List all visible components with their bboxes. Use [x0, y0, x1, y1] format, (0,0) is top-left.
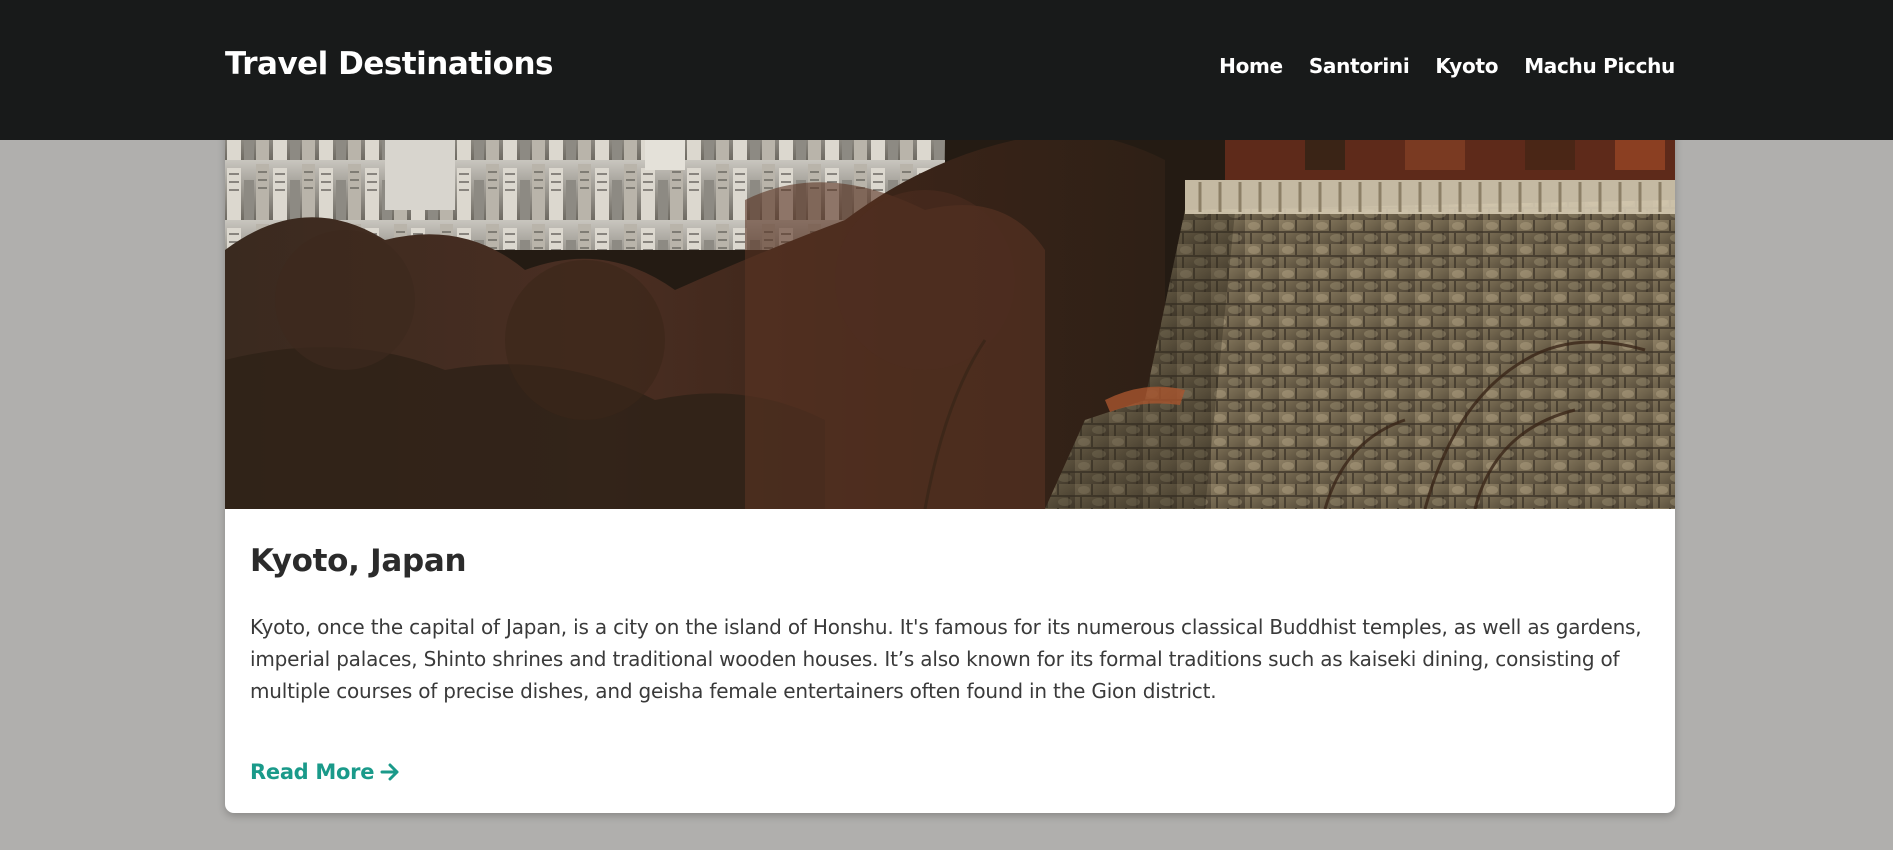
nav-link-kyoto[interactable]: Kyoto: [1435, 54, 1498, 78]
nav-link-machu-picchu[interactable]: Machu Picchu: [1524, 54, 1675, 78]
read-more-link[interactable]: Read More: [250, 760, 400, 784]
hero-image: [225, 100, 1675, 509]
nav-links: Home Santorini Kyoto Machu Picchu: [1219, 54, 1675, 78]
read-more-label: Read More: [250, 760, 375, 784]
navbar: Travel Destinations Home Santorini Kyoto…: [0, 0, 1893, 140]
destination-card: Kyoto, Japan Kyoto, once the capital of …: [225, 100, 1675, 813]
destination-title: Kyoto, Japan: [250, 543, 467, 579]
site-brand[interactable]: Travel Destinations: [225, 46, 554, 82]
arrow-right-icon: [380, 763, 399, 781]
destination-description: Kyoto, once the capital of Japan, is a c…: [250, 615, 1642, 703]
nav-link-home[interactable]: Home: [1219, 54, 1283, 78]
hero-image-art: [225, 100, 1675, 509]
nav-link-santorini[interactable]: Santorini: [1309, 54, 1410, 78]
